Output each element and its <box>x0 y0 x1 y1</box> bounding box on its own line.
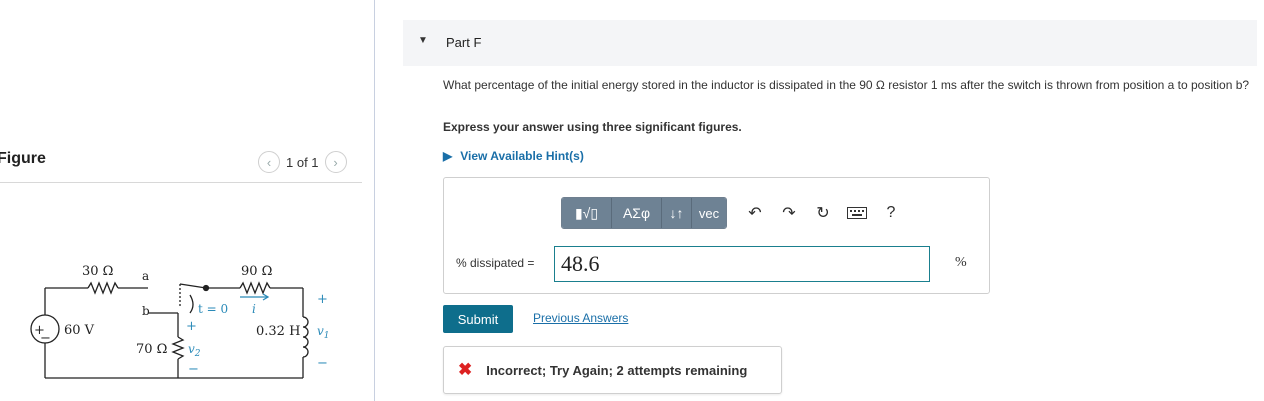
answer-input[interactable]: 48.6 <box>554 246 930 282</box>
switch-arrow <box>189 294 194 314</box>
unit-label: % <box>955 255 967 270</box>
vector-button[interactable]: vec <box>692 198 726 228</box>
v2-plus: + <box>186 319 197 334</box>
instruction-text: Express your answer using three signific… <box>443 120 742 134</box>
answer-label: % dissipated = <box>456 256 535 270</box>
resistor-70 <box>171 336 185 360</box>
inductor-label: 0.32 H <box>256 324 300 339</box>
feedback-box: ✖ Incorrect; Try Again; 2 attempts remai… <box>443 346 782 394</box>
v2-label: v2 <box>188 342 201 359</box>
previous-answers-link[interactable]: Previous Answers <box>533 311 628 325</box>
templates-button[interactable]: ▮√▯ <box>562 198 612 228</box>
current-label: i <box>252 302 256 316</box>
chevron-right-icon[interactable]: › <box>324 151 347 173</box>
error-x-icon: ✖ <box>458 360 473 379</box>
node-b-label: b <box>142 304 150 318</box>
submit-button[interactable]: Submit <box>443 305 513 333</box>
resistor-90 <box>239 281 271 295</box>
r3-label: 70 Ω <box>136 342 167 357</box>
keyboard-icon[interactable] <box>843 199 871 227</box>
question-text: What percentage of the initial energy st… <box>443 78 1250 92</box>
figure-title: Figure <box>0 150 46 167</box>
divider <box>0 182 362 183</box>
inductor <box>302 316 309 358</box>
r1-label: 30 Ω <box>82 264 113 279</box>
feedback-text: Incorrect; Try Again; 2 attempts remaini… <box>486 362 748 378</box>
pager-label: 1 of 1 <box>286 154 319 170</box>
part-title: Part F <box>446 35 482 50</box>
r2-label: 90 Ω <box>241 264 272 279</box>
node-a-label: a <box>142 269 149 283</box>
math-toolbar: ▮√▯ ΑΣφ ↓↑ vec ↶ ↷ ↻ ? <box>561 197 905 229</box>
hints-label: View Available Hint(s) <box>460 149 584 163</box>
help-icon[interactable]: ? <box>877 199 905 227</box>
greek-symbols-button[interactable]: ΑΣφ <box>612 198 662 228</box>
reset-icon[interactable]: ↻ <box>809 199 837 227</box>
figure-pager: ‹ 1 of 1 › <box>258 150 347 174</box>
resistor-30 <box>87 281 119 295</box>
switch-time-label: t = 0 <box>198 302 228 316</box>
v1-label: v1 <box>317 324 330 341</box>
v1-plus: + <box>317 292 328 307</box>
arrows-button[interactable]: ↓↑ <box>662 198 692 228</box>
toolbar-group: ▮√▯ ΑΣφ ↓↑ vec <box>561 197 727 229</box>
redo-icon[interactable]: ↷ <box>775 199 803 227</box>
v2-minus: − <box>188 362 199 377</box>
view-hints-link[interactable]: ▶ View Available Hint(s) <box>443 149 584 163</box>
switch-blade <box>179 283 207 289</box>
collapse-caret-icon[interactable]: ▼ <box>418 35 428 46</box>
v1-minus: − <box>317 356 328 371</box>
source-minus: − <box>40 331 51 346</box>
panel-divider <box>374 0 375 401</box>
undo-icon[interactable]: ↶ <box>741 199 769 227</box>
part-header[interactable] <box>403 20 1257 66</box>
chevron-left-icon[interactable]: ‹ <box>258 151 280 173</box>
source-label: 60 V <box>64 323 95 338</box>
caret-right-icon: ▶ <box>443 149 453 163</box>
circuit-diagram: 30 Ω a b 90 Ω t = 0 i + − 60 V 70 Ω + v2… <box>30 264 330 379</box>
